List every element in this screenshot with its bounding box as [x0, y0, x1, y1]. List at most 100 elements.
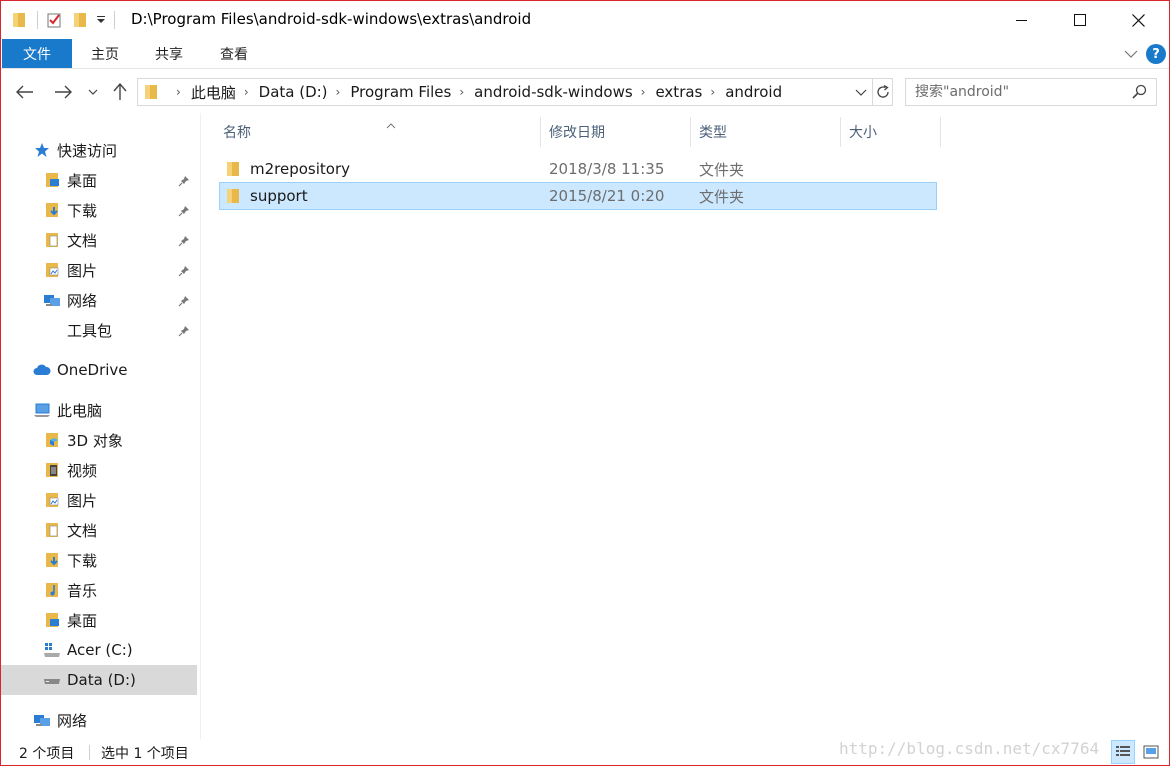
desktop-folder-icon — [43, 611, 61, 629]
large-icons-view-button[interactable] — [1139, 740, 1163, 764]
nav-label: 工具包 — [67, 321, 113, 340]
help-button[interactable]: ? — [1146, 44, 1166, 64]
search-box[interactable] — [905, 78, 1157, 106]
breadcrumb-chevron-icon[interactable]: › — [710, 85, 715, 99]
cloud-icon — [33, 361, 51, 379]
nav-3d-objects[interactable]: 3D 对象 — [1, 425, 197, 455]
pin-icon[interactable] — [178, 293, 190, 311]
file-list: 名称 修改日期 类型 大小 m2repository 2018/3/8 11:3… — [201, 113, 1169, 739]
folder-icon — [144, 84, 162, 100]
column-header-size[interactable]: 大小 — [841, 117, 941, 147]
folder-icon — [226, 188, 242, 204]
column-header-date[interactable]: 修改日期 — [541, 117, 691, 147]
nav-label: 3D 对象 — [67, 431, 123, 450]
nav-label: 桌面 — [67, 611, 98, 630]
nav-music[interactable]: 音乐 — [1, 575, 197, 605]
network-icon — [43, 291, 61, 309]
breadcrumb-chevron-icon[interactable]: › — [459, 85, 464, 99]
close-button[interactable] — [1109, 1, 1167, 39]
nav-label: Acer (C:) — [67, 641, 133, 659]
pin-icon[interactable] — [178, 323, 190, 341]
pin-icon[interactable] — [178, 173, 190, 191]
quick-access-toolbar — [9, 9, 121, 31]
nav-network-pinned[interactable]: 网络 — [1, 285, 197, 315]
drive-icon — [43, 671, 61, 689]
nav-onedrive[interactable]: OneDrive — [1, 355, 197, 385]
breadcrumb-chevron-icon[interactable]: › — [336, 85, 341, 99]
file-name: support — [250, 187, 308, 205]
expand-ribbon-button[interactable] — [1121, 45, 1141, 63]
back-button[interactable] — [13, 80, 37, 104]
nav-drive-c[interactable]: Acer (C:) — [1, 635, 197, 665]
maximize-button[interactable] — [1051, 1, 1109, 39]
tab-share[interactable]: 共享 — [139, 39, 199, 68]
large-icons-view-icon — [1143, 745, 1159, 759]
navigation-bar: › 此电脑 › Data (D:) › Program Files › andr… — [1, 71, 1169, 113]
details-view-button[interactable] — [1111, 740, 1135, 764]
tab-home[interactable]: 主页 — [75, 39, 135, 68]
nav-pc-downloads[interactable]: 下载 — [1, 545, 197, 575]
nav-label: 图片 — [67, 491, 98, 510]
new-folder-icon[interactable] — [70, 10, 90, 30]
search-icon[interactable] — [1132, 84, 1147, 103]
properties-icon[interactable] — [44, 10, 64, 30]
file-date: 2015/8/21 0:20 — [549, 187, 665, 205]
nav-pc-documents[interactable]: 文档 — [1, 515, 197, 545]
refresh-button[interactable] — [872, 79, 893, 105]
column-label: 类型 — [699, 125, 727, 141]
nav-documents[interactable]: 文档 — [1, 225, 197, 255]
breadcrumb-program-files[interactable]: Program Files — [350, 83, 451, 101]
nav-label: 网络 — [67, 291, 98, 310]
tab-file[interactable]: 文件 — [2, 39, 72, 68]
breadcrumb-android[interactable]: android — [725, 83, 782, 101]
nav-quick-access[interactable]: 快速访问 — [1, 135, 197, 165]
up-button[interactable] — [108, 80, 132, 104]
minimize-icon — [1016, 20, 1027, 21]
nav-network[interactable]: 网络 — [1, 705, 197, 735]
nav-pictures[interactable]: 图片 — [1, 255, 197, 285]
address-history-dropdown-icon[interactable] — [854, 85, 868, 99]
breadcrumb-chevron-icon[interactable]: › — [244, 85, 249, 99]
sort-ascending-icon — [386, 117, 396, 133]
file-row-support[interactable]: support 2015/8/21 0:20 文件夹 — [219, 182, 937, 210]
chevron-down-icon — [1124, 50, 1138, 58]
nav-pc-pictures[interactable]: 图片 — [1, 485, 197, 515]
nav-desktop[interactable]: 桌面 — [1, 165, 197, 195]
arrow-up-icon — [113, 83, 127, 100]
file-name: m2repository — [250, 160, 351, 178]
ribbon-tabs: 文件 主页 共享 查看 ? — [1, 39, 1169, 69]
nav-this-pc[interactable]: 此电脑 — [1, 395, 197, 425]
search-input[interactable] — [915, 84, 1115, 100]
breadcrumb-extras[interactable]: extras — [655, 83, 702, 101]
breadcrumb-chevron-icon[interactable]: › — [641, 85, 646, 99]
pin-icon[interactable] — [178, 203, 190, 221]
pin-icon[interactable] — [178, 263, 190, 281]
nav-videos[interactable]: 视频 — [1, 455, 197, 485]
nav-downloads[interactable]: 下载 — [1, 195, 197, 225]
recent-locations-button[interactable] — [84, 80, 102, 104]
nav-drive-d[interactable]: Data (D:) — [1, 665, 197, 695]
customize-toolbar-dropdown-icon[interactable] — [96, 14, 106, 27]
pin-icon[interactable] — [178, 233, 190, 251]
column-label: 大小 — [849, 125, 877, 141]
column-header-name[interactable]: 名称 — [215, 117, 541, 147]
blank-icon — [43, 321, 61, 339]
breadcrumb-this-pc[interactable]: 此电脑 — [191, 82, 236, 103]
file-row-m2repository[interactable]: m2repository 2018/3/8 11:35 文件夹 — [219, 155, 937, 183]
minimize-button[interactable] — [993, 1, 1051, 39]
title-bar: D:\Program Files\android-sdk-windows\ext… — [1, 1, 1169, 39]
nav-label: 下载 — [67, 201, 98, 220]
breadcrumb-data-drive[interactable]: Data (D:) — [259, 83, 328, 101]
nav-pc-desktop[interactable]: 桌面 — [1, 605, 197, 635]
breadcrumb-chevron-icon[interactable]: › — [176, 85, 181, 99]
nav-toolkit[interactable]: 工具包 — [1, 315, 197, 345]
pictures-folder-icon — [43, 261, 61, 279]
forward-button[interactable] — [51, 80, 75, 104]
nav-label: 文档 — [67, 231, 98, 250]
breadcrumb-android-sdk[interactable]: android-sdk-windows — [474, 83, 633, 101]
nav-label: 下载 — [67, 551, 98, 570]
close-icon — [1131, 13, 1145, 27]
address-bar[interactable]: › 此电脑 › Data (D:) › Program Files › andr… — [137, 78, 893, 106]
tab-view[interactable]: 查看 — [204, 39, 264, 68]
column-header-type[interactable]: 类型 — [691, 117, 841, 147]
